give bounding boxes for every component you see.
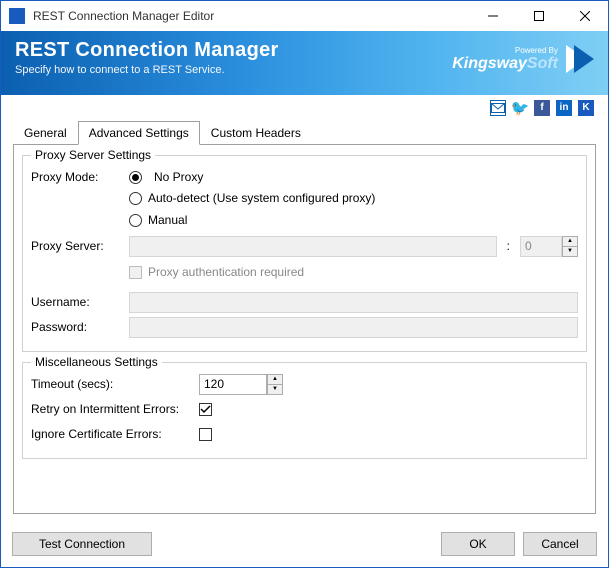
timeout-up-button[interactable]: ▲ [267, 374, 283, 384]
facebook-icon[interactable]: f [534, 100, 550, 116]
powered-by-label: Powered By [452, 46, 558, 55]
port-down-button[interactable]: ▼ [562, 246, 578, 257]
close-button[interactable] [562, 1, 608, 31]
linkedin-icon[interactable]: in [556, 100, 572, 116]
username-label: Username: [31, 295, 129, 309]
tab-panel-advanced: Proxy Server Settings Proxy Mode: No Pro… [13, 144, 596, 514]
twitter-icon[interactable]: 🐦 [512, 100, 528, 116]
proxy-port-input[interactable] [520, 236, 562, 257]
port-separator: : [503, 239, 514, 253]
app-icon [9, 8, 25, 24]
window-titlebar: REST Connection Manager Editor [1, 1, 608, 31]
timeout-input[interactable] [199, 374, 267, 395]
misc-settings-group: Miscellaneous Settings Timeout (secs): ▲… [22, 362, 587, 459]
social-row: 🐦 f in K [1, 95, 608, 120]
tab-strip: General Advanced Settings Custom Headers [13, 121, 596, 145]
proxy-server-input[interactable] [129, 236, 497, 257]
proxy-port-spinner[interactable]: ▲▼ [520, 236, 578, 257]
timeout-label: Timeout (secs): [31, 377, 199, 391]
maximize-button[interactable] [516, 1, 562, 31]
misc-legend: Miscellaneous Settings [31, 355, 162, 369]
window-title: REST Connection Manager Editor [33, 9, 470, 23]
retry-label: Retry on Intermittent Errors: [31, 402, 199, 416]
proxy-server-label: Proxy Server: [31, 239, 129, 253]
email-icon[interactable] [490, 100, 506, 116]
cancel-button[interactable]: Cancel [523, 532, 597, 556]
tab-custom-headers[interactable]: Custom Headers [200, 121, 312, 145]
arrow-icon [564, 41, 594, 77]
tab-general[interactable]: General [13, 121, 78, 145]
header-banner: REST Connection Manager Specify how to c… [1, 31, 608, 95]
ignore-cert-checkbox[interactable] [199, 428, 212, 441]
k-icon[interactable]: K [578, 100, 594, 116]
radio-manual[interactable] [129, 214, 142, 227]
ignore-cert-label: Ignore Certificate Errors: [31, 427, 199, 441]
radio-manual-label[interactable]: Manual [148, 213, 187, 227]
minimize-button[interactable] [470, 1, 516, 31]
password-label: Password: [31, 320, 129, 334]
ok-button[interactable]: OK [441, 532, 515, 556]
password-input[interactable] [129, 317, 578, 338]
proxy-mode-label: Proxy Mode: [31, 170, 129, 184]
radio-auto-detect[interactable] [129, 192, 142, 205]
proxy-settings-group: Proxy Server Settings Proxy Mode: No Pro… [22, 155, 587, 352]
port-up-button[interactable]: ▲ [562, 236, 578, 246]
timeout-spinner[interactable]: ▲▼ [199, 374, 283, 395]
timeout-down-button[interactable]: ▼ [267, 384, 283, 395]
username-input[interactable] [129, 292, 578, 313]
test-connection-button[interactable]: Test Connection [12, 532, 152, 556]
radio-auto-detect-label[interactable]: Auto-detect (Use system configured proxy… [148, 191, 375, 205]
proxy-auth-label: Proxy authentication required [148, 265, 304, 279]
radio-no-proxy[interactable] [129, 171, 142, 184]
tab-advanced-settings[interactable]: Advanced Settings [78, 121, 200, 145]
radio-no-proxy-label[interactable]: No Proxy [154, 170, 203, 184]
retry-checkbox[interactable] [199, 403, 212, 416]
proxy-auth-checkbox[interactable] [129, 266, 142, 279]
footer-bar: Test Connection OK Cancel [0, 520, 609, 568]
vendor-logo: Powered By KingswaySoft [452, 41, 594, 77]
proxy-legend: Proxy Server Settings [31, 148, 155, 162]
